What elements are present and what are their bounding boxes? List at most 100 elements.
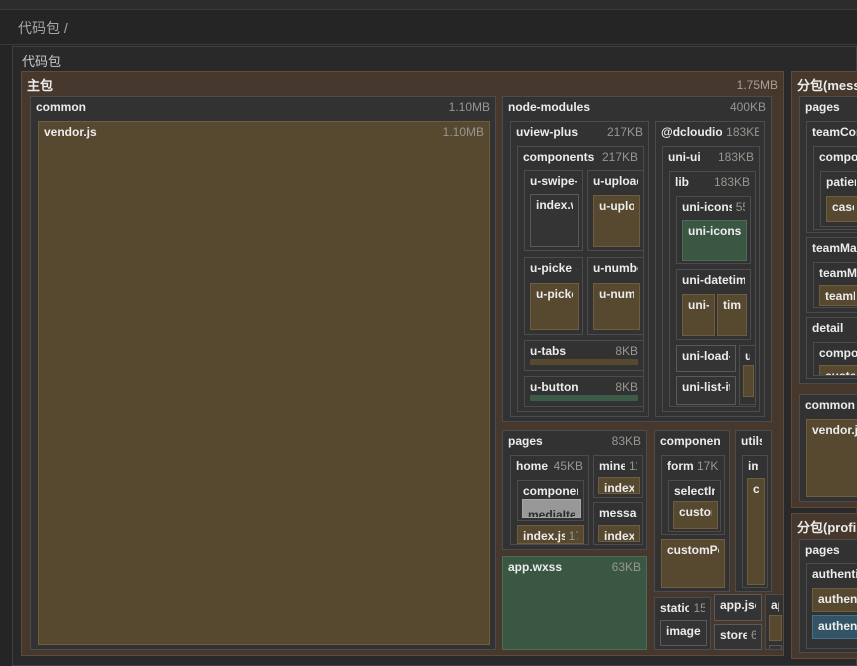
case-history[interactable]: caseH [826,196,857,222]
patient-info[interactable]: patientI caseH [820,171,857,227]
app-wxss[interactable]: app.wxss63KB [502,556,647,650]
uni-icons[interactable]: uni-icons55KBuni-icons.w [676,196,751,264]
msg-common[interactable]: common vendor.js [799,394,857,502]
home-header: home45KB [511,456,588,475]
form[interactable]: form17KBselectInfocustom [661,455,725,535]
components-main[interactable]: components5 form17KBselectInfocustomcusto… [654,430,730,592]
uni-misc-inner[interactable]: u [743,365,754,397]
components-main-header: components5 [655,431,729,450]
media-item[interactable]: mediaItem [522,499,581,518]
detail-components[interactable]: components custom [813,342,857,376]
u-number-inner[interactable]: u-number [593,283,640,330]
msg-vendor-js-label: vendor.js [812,423,857,437]
u-button[interactable]: u-button8KB [524,376,644,407]
uni-list-item-label: uni-list-ite [682,380,730,394]
lib[interactable]: lib183KBuni-icons55KBuni-icons.wuni-date… [669,171,756,407]
message[interactable]: messageindex.js [593,502,643,545]
uni-datetime-picker[interactable]: uni-datetime-puni-datime- [676,269,751,340]
detail-components-label: components [819,346,857,360]
pkg-main[interactable]: 主包1.75MBcommon1.10MBvendor.js1.10MBnode-… [21,71,784,656]
store[interactable]: store6KB [714,624,762,650]
u-upload[interactable]: u-uploadu-upload [587,170,644,251]
store-header: store6KB [715,625,761,644]
team-member-inner[interactable]: teamM [819,285,857,306]
uni-misc[interactable]: uni-u [739,345,756,405]
app-js-header: app.js [766,595,784,614]
home-components[interactable]: componentsmediaItem [517,480,584,521]
app-js[interactable]: app.js [765,594,784,650]
mine-index-js-header: index.js [599,478,639,494]
node-modules-size: 400KB [730,100,766,114]
custom[interactable]: custom [673,501,718,529]
msg-common-header: common [800,395,857,414]
u-swipe-action-label: u-swipe-action [530,174,577,188]
pages[interactable]: pages83KBhome45KBcomponentsmediaIteminde… [502,430,647,550]
team-consultation[interactable]: teamConscomponentspatientIcaseH [806,121,857,233]
pkg-profile[interactable]: 分包(profile)pagesauthenticaauthentiauthen… [791,513,857,659]
vendor-js[interactable]: vendor.js1.10MB [38,121,490,645]
u-upload-inner[interactable]: u-upload [593,195,640,247]
u-button-label: u-button [530,380,579,394]
team-manage-header: teamMana [807,238,857,257]
message-index-js[interactable]: index.js [598,525,640,542]
im[interactable]: im20KB call [742,455,768,588]
msg-pages[interactable]: pagesteamConscomponentspatientIcaseHteam… [799,96,857,384]
authentication-inner-1[interactable]: authenti [812,588,857,612]
breadcrumb[interactable]: 代码包 / [18,18,68,38]
call[interactable]: call [747,478,765,585]
pkg-message[interactable]: 分包(message)pagesteamConscomponentspatien… [791,71,857,508]
u-swipe-index-wx[interactable]: index.wx [530,194,579,247]
u-number[interactable]: u-number u-number [587,257,644,335]
home-index-js[interactable]: index.js17KB [517,525,584,544]
u-picker-inner[interactable]: u-picker [530,283,579,330]
team-member[interactable]: teamMemteamM [813,262,857,308]
vendor-js-size: 1.10MB [443,125,484,139]
dcloudio[interactable]: @dcloudio183KBuni-ui183KBlib183KBuni-ico… [655,121,765,417]
breadcrumb-bar: 代码包 / [0,10,857,45]
static[interactable]: static15KBimages [654,597,711,650]
msg-vendor-js[interactable]: vendor.js [806,419,857,497]
uni-icons-wxss[interactable]: uni-icons.w [682,220,747,261]
mine[interactable]: mine11KBindex.js [593,455,643,498]
patient-info-label: patientI [826,175,856,189]
detail[interactable]: detailcomponentscustom [806,317,857,379]
team-manage[interactable]: teamMana teamMemteamM [806,237,857,313]
media-item-label: mediaItem [528,508,575,518]
app-js-fill[interactable] [769,615,782,641]
node-modules[interactable]: node-modules400KBuview-plus217KBcomponen… [502,96,772,422]
mine-index-js[interactable]: index.js [598,477,640,494]
authentication-inner-2-header: authenti [813,616,857,635]
u-tabs[interactable]: u-tabs8KB [524,340,644,371]
utils-header: utils37KB [736,431,771,450]
pkg-message-label: 分包(message) [797,75,857,94]
profile-pages[interactable]: pagesauthenticaauthentiauthenti [799,539,857,653]
time-picker[interactable]: time- [717,294,747,336]
utils[interactable]: utils37KB im20KB call [735,430,772,592]
select-info-header: selectInfo [669,481,720,500]
uni-datetime-inner[interactable]: uni-da [682,294,715,336]
uni-list-item[interactable]: uni-list-ite [676,376,736,405]
home[interactable]: home45KB componentsmediaItem index.js17KB [510,455,589,545]
select-info[interactable]: selectInfocustom [668,480,721,532]
pages-size: 83KB [612,434,641,448]
detail-custom[interactable]: custom [819,365,857,376]
u-swipe-action[interactable]: u-swipe-action index.wx [524,170,583,251]
common[interactable]: common1.10MBvendor.js1.10MB [30,96,496,650]
im-header: im20KB [743,456,767,475]
uni-misc-label: uni- [745,349,750,363]
uview-plus-label: uview-plus [516,125,578,139]
uview-components[interactable]: components217KBu-swipe-actionindex.wxu-u… [517,146,644,412]
authentication[interactable]: authenticaauthentiauthenti [806,563,857,649]
uni-load-more[interactable]: uni-load-m [676,345,736,372]
app-json[interactable]: app.json [714,594,762,621]
tc-components[interactable]: componentspatientIcaseH [813,146,857,230]
app-js-tiny[interactable] [769,645,782,650]
images[interactable]: images [660,620,707,646]
u-number-label: u-number [593,261,638,275]
uview-plus[interactable]: uview-plus217KBcomponents217KBu-swipe-ac… [510,121,649,417]
u-picker[interactable]: u-picker8KBu-picker [524,257,583,335]
uni-ui[interactable]: uni-ui183KBlib183KBuni-icons55KBuni-icon… [662,146,760,412]
authentication-inner-2[interactable]: authenti [812,615,857,639]
uni-load-more-header: uni-load-m [677,346,735,365]
custom-pos[interactable]: customPos [661,539,725,588]
